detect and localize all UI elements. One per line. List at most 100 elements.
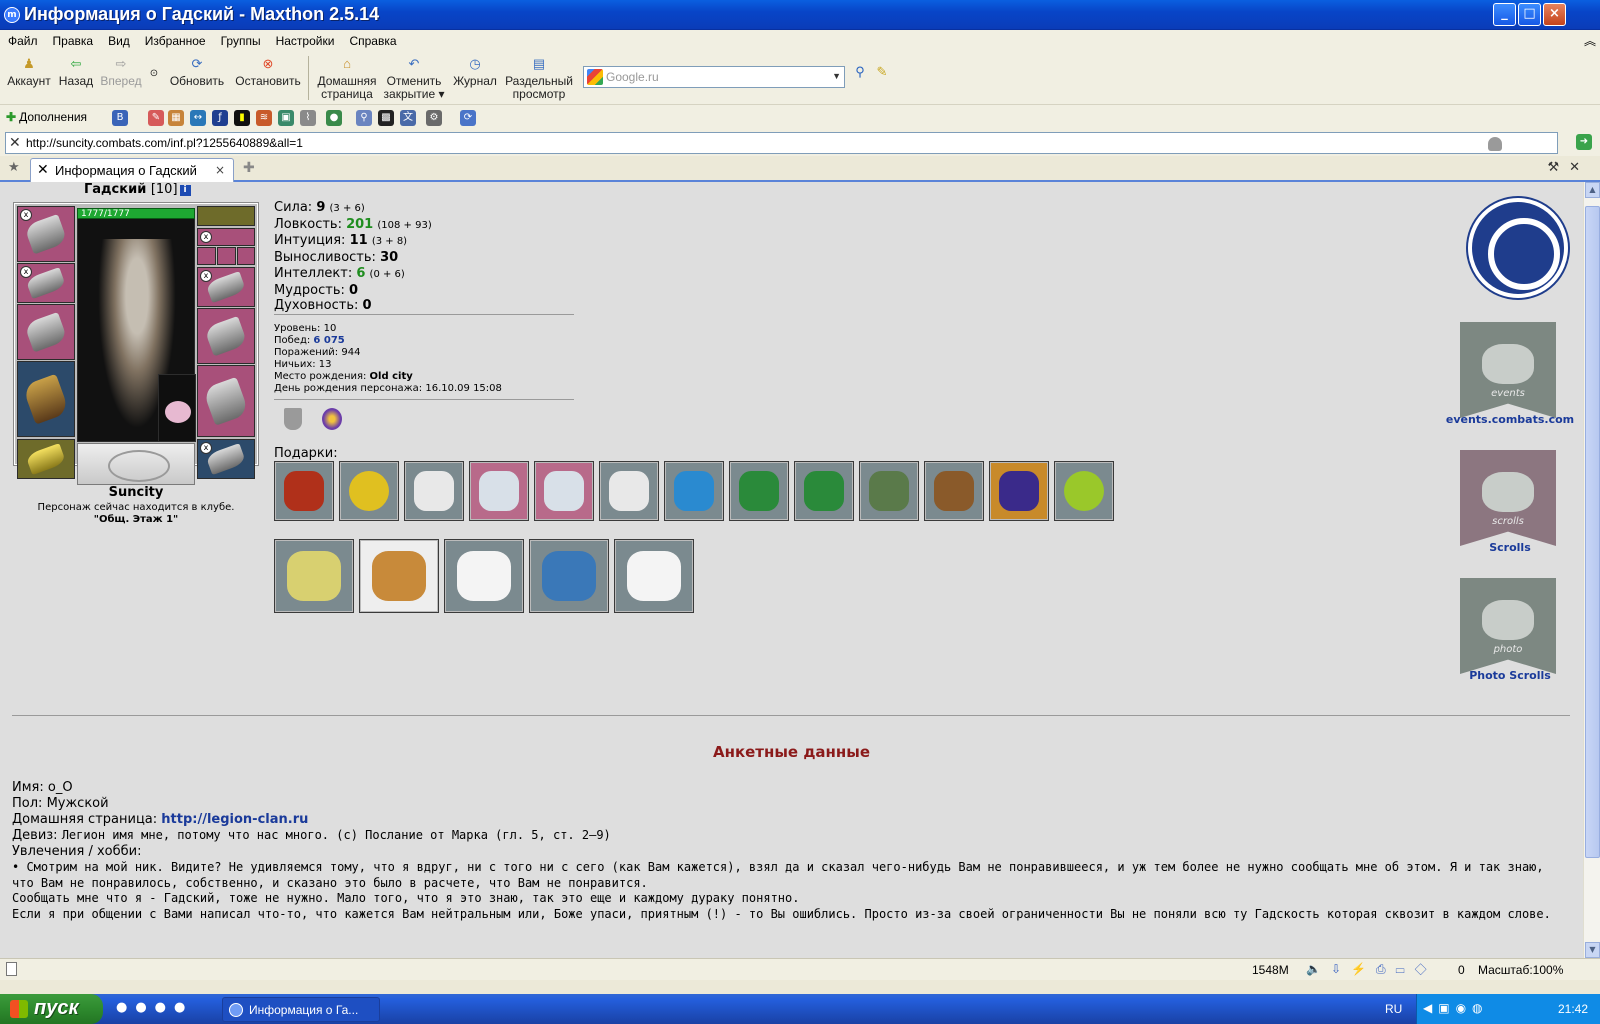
gift-card[interactable] (274, 539, 354, 613)
zoom-icon[interactable]: ⚲ (356, 110, 372, 126)
gift-item[interactable] (859, 461, 919, 521)
forward-button[interactable]: ⇨ Вперед (98, 52, 144, 88)
taskbar-item-browser[interactable]: Информация о Га... (222, 997, 380, 1022)
flash-icon[interactable]: ƒ (212, 110, 228, 126)
homepage-link[interactable]: http://legion-clan.ru (161, 812, 308, 827)
eraser-icon[interactable]: ✎ (148, 110, 164, 126)
qr-icon[interactable]: ▩ (378, 110, 394, 126)
boots-slot[interactable]: x (197, 439, 255, 479)
translate-icon[interactable]: 文 (400, 110, 416, 126)
chevron-up-icon[interactable]: ︽ (1584, 32, 1596, 49)
memory-usage[interactable]: 1548M (1252, 963, 1289, 977)
vertical-scrollbar[interactable]: ▲ ▼ (1583, 182, 1600, 958)
bracers-slot[interactable]: x (17, 263, 75, 303)
gift-item[interactable] (794, 461, 854, 521)
menu-settings[interactable]: Настройки (268, 30, 342, 48)
ie-icon[interactable]: ● (326, 110, 342, 126)
block-icon[interactable]: ▮ (234, 110, 250, 126)
history-dropdown[interactable]: ⊙ (146, 52, 160, 85)
scroll-up-icon[interactable]: ▲ (1585, 182, 1600, 198)
search-input[interactable] (606, 69, 826, 85)
split-view-button[interactable]: ▤ Раздельный просмотр (502, 52, 576, 101)
url-field[interactable]: ✕ (5, 132, 1558, 154)
gift-item[interactable] (924, 461, 984, 521)
belt-slot[interactable] (17, 439, 75, 479)
photo-scrolls-link[interactable]: Photo Scrolls (1440, 669, 1580, 682)
image-icon[interactable]: ▣ (278, 110, 294, 126)
character-avatar[interactable] (77, 208, 196, 442)
ring-slot-1[interactable] (197, 247, 216, 265)
gift-item[interactable] (664, 461, 724, 521)
menu-view[interactable]: Вид (100, 30, 137, 48)
gift-item[interactable] (339, 461, 399, 521)
menu-favorites[interactable]: Избранное (137, 30, 213, 48)
photo-banner[interactable]: photo (1460, 578, 1556, 674)
vk-icon[interactable]: B (112, 110, 128, 126)
fit-width-icon[interactable]: ↔ (190, 110, 206, 126)
home-button[interactable]: ⌂ Домашняя страница (314, 52, 380, 101)
url-input[interactable] (26, 135, 1506, 151)
account-button[interactable]: ♟ Аккаунт (6, 52, 52, 88)
gift-card[interactable] (614, 539, 694, 613)
gloves-slot[interactable]: x (197, 267, 255, 307)
gift-item[interactable] (1054, 461, 1114, 521)
order-emblem-icon[interactable] (322, 408, 342, 430)
tab-active[interactable]: ✕ Информация о Гадский × (30, 158, 234, 182)
new-tab-icon[interactable]: ✚ (243, 160, 255, 176)
events-banner[interactable]: events (1460, 322, 1556, 418)
search-button[interactable]: ⚲ (851, 52, 869, 83)
offhand-slot[interactable] (197, 308, 255, 364)
combats-logo[interactable] (1468, 198, 1568, 298)
undo-close-button[interactable]: ↶ Отменить закрытие ▾ (382, 52, 446, 101)
menu-groups[interactable]: Группы (213, 30, 268, 48)
search-box[interactable]: ▼ (583, 66, 845, 88)
stop-button[interactable]: ⊗ Остановить (232, 52, 304, 88)
favorites-star-icon[interactable]: ★ (8, 160, 20, 175)
gear-icon[interactable]: ⚙ (426, 110, 442, 126)
clan-emblem-icon[interactable] (284, 408, 302, 430)
info-icon[interactable]: i (179, 185, 191, 196)
menu-edit[interactable]: Правка (45, 30, 101, 48)
go-button[interactable]: ➜ (1576, 134, 1592, 150)
start-button[interactable]: пуск (0, 994, 103, 1024)
armor-slot[interactable] (17, 361, 75, 437)
tray-icons[interactable]: ◀▣◉◍ (1423, 1001, 1489, 1015)
ring-slot-3[interactable] (237, 247, 255, 265)
zoom-level[interactable]: Масштаб:100% (1478, 963, 1563, 977)
gift-card[interactable] (444, 539, 524, 613)
shield-icon[interactable] (1488, 137, 1502, 151)
highlight-button[interactable]: ✎ (873, 52, 891, 83)
sync-icon[interactable]: ⟳ (460, 110, 476, 126)
helmet-slot[interactable]: x (17, 206, 75, 262)
tab-tools[interactable]: ⚒✕ (1547, 160, 1590, 175)
gift-item[interactable] (989, 461, 1049, 521)
gift-item[interactable] (404, 461, 464, 521)
ring-slot-2[interactable] (217, 247, 236, 265)
chevron-down-icon[interactable]: ▼ (832, 71, 841, 81)
language-indicator[interactable]: RU (1385, 1002, 1402, 1016)
gift-card[interactable] (529, 539, 609, 613)
gift-item[interactable] (729, 461, 789, 521)
tab-close-icon[interactable]: × (215, 163, 225, 177)
minimize-button[interactable]: _ (1493, 3, 1516, 26)
maximize-button[interactable]: □ (1518, 3, 1541, 26)
sidebar-icon[interactable]: ▦ (168, 110, 184, 126)
scroll-down-icon[interactable]: ▼ (1585, 942, 1600, 958)
history-button[interactable]: ◷ Журнал (450, 52, 500, 88)
menu-help[interactable]: Справка (341, 30, 403, 48)
amulet-slot[interactable]: x (197, 228, 255, 246)
scrolls-banner[interactable]: scrolls (1460, 450, 1556, 546)
events-link[interactable]: events.combats.com (1440, 413, 1580, 426)
scroll-thumb[interactable] (1585, 206, 1600, 858)
back-button[interactable]: ⇦ Назад (56, 52, 96, 88)
gift-card[interactable] (359, 539, 439, 613)
gift-item[interactable] (534, 461, 594, 521)
gift-item[interactable] (469, 461, 529, 521)
addons-button[interactable]: ✚ Дополнения (6, 110, 87, 124)
scrolls-link[interactable]: Scrolls (1440, 541, 1580, 554)
pet-slot[interactable] (158, 374, 196, 442)
status-icons[interactable]: 🔈⇩⚡⎙▭◇ (1306, 962, 1437, 977)
menu-file[interactable]: Файл (0, 30, 45, 48)
legs-slot[interactable] (197, 365, 255, 437)
clip-icon[interactable]: ⌇ (300, 110, 316, 126)
